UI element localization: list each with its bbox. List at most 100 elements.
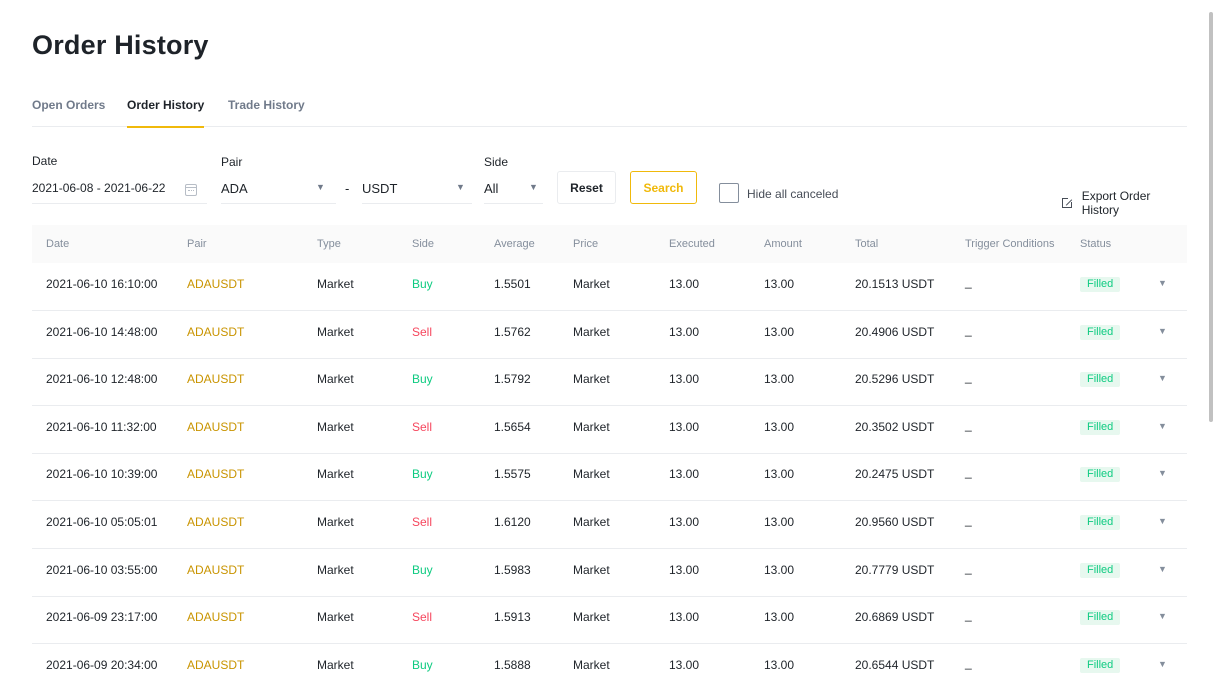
order-amount: 13.00: [764, 657, 795, 672]
table-row[interactable]: 2021-06-10 16:10:00 ADAUSDT Market Buy 1.550…: [32, 263, 1187, 311]
order-pair[interactable]: ADAUSDT: [187, 372, 244, 386]
order-average: 1.6120: [494, 515, 531, 529]
order-trigger-conditions: _: [965, 275, 972, 289]
expand-row-icon[interactable]: ▼: [1158, 278, 1167, 288]
order-executed: 13.00: [669, 467, 700, 482]
pair-base-select[interactable]: ADA ▼: [221, 178, 336, 204]
order-date: 2021-06-10 05:05:01: [46, 515, 158, 529]
status-badge: Filled: [1080, 277, 1121, 292]
table-row[interactable]: 2021-06-09 20:34:00 ADAUSDT Market Buy 1.588…: [32, 644, 1187, 678]
order-type: Market: [317, 467, 354, 482]
expand-row-icon[interactable]: ▼: [1158, 373, 1167, 383]
external-link-icon: [1062, 196, 1074, 208]
order-side: Sell: [412, 419, 433, 434]
order-price: Market: [573, 562, 610, 577]
order-pair[interactable]: ADAUSDT: [187, 658, 244, 672]
order-pair[interactable]: ADAUSDT: [187, 467, 244, 481]
pair-quote-select[interactable]: USDT ▼: [362, 178, 472, 204]
order-total: 20.9560 USDT: [855, 515, 935, 529]
chevron-down-icon: ▼: [456, 182, 465, 192]
order-total: 20.1513 USDT: [855, 277, 935, 291]
order-executed: 13.00: [669, 324, 700, 339]
order-amount: 13.00: [764, 562, 795, 577]
order-amount: 13.00: [764, 277, 795, 291]
tab-order-history[interactable]: Order History: [127, 98, 205, 128]
order-date: 2021-06-10 14:48:00: [46, 324, 158, 339]
order-date: 2021-06-09 23:17:00: [46, 610, 158, 625]
side-select[interactable]: All ▼: [484, 178, 543, 204]
order-executed: 13.00: [669, 277, 700, 291]
search-button[interactable]: Search: [630, 171, 697, 204]
tab-trade-history[interactable]: Trade History: [228, 98, 305, 127]
order-trigger-conditions: _: [965, 513, 972, 527]
hide-canceled-checkbox[interactable]: [719, 183, 739, 203]
status-badge: Filled: [1080, 515, 1121, 530]
column-header-average: Average: [494, 238, 535, 250]
side-filter-label: Side: [484, 155, 509, 169]
tab-open-orders[interactable]: Open Orders: [32, 98, 105, 127]
expand-row-icon[interactable]: ▼: [1158, 421, 1167, 431]
date-range-picker[interactable]: 2021-06-08 - 2021-06-22: [32, 178, 207, 204]
table-row[interactable]: 2021-06-09 23:17:00 ADAUSDT Market Sell 1.59…: [32, 596, 1187, 645]
reset-button[interactable]: Reset: [557, 171, 616, 204]
order-pair[interactable]: ADAUSDT: [187, 420, 244, 434]
column-header-amount: Amount: [764, 238, 802, 250]
order-price: Market: [573, 277, 610, 291]
expand-row-icon[interactable]: ▼: [1158, 611, 1167, 621]
date-range-value: 2021-06-08 - 2021-06-22: [32, 181, 166, 195]
order-side: Buy: [412, 277, 433, 291]
order-trigger-conditions: _: [965, 608, 972, 623]
order-trigger-conditions: _: [965, 370, 972, 385]
order-price: Market: [573, 324, 610, 339]
table-row[interactable]: 2021-06-10 05:05:01 ADAUSDT Market Sell 1.61…: [32, 501, 1187, 549]
order-date: 2021-06-10 16:10:00: [46, 277, 158, 291]
expand-row-icon[interactable]: ▼: [1158, 326, 1167, 336]
export-order-history-link[interactable]: Export Order History: [1062, 189, 1187, 217]
order-side: Sell: [412, 324, 433, 339]
expand-row-icon[interactable]: ▼: [1158, 659, 1167, 669]
pair-base-value: ADA: [221, 181, 248, 196]
status-badge: Filled: [1080, 419, 1121, 435]
order-type: Market: [317, 372, 354, 387]
order-amount: 13.00: [764, 372, 795, 387]
order-average: 1.5983: [494, 562, 531, 577]
column-header-side: Side: [412, 238, 435, 250]
table-row[interactable]: 2021-06-10 14:48:00 ADAUSDT Market Sell 1.57…: [32, 311, 1187, 359]
order-average: 1.5792: [494, 372, 531, 387]
order-pair[interactable]: ADAUSDT: [187, 563, 244, 577]
page-scrollbar[interactable]: [1209, 12, 1213, 422]
pair-filter-label: Pair: [221, 155, 243, 169]
order-pair[interactable]: ADAUSDT: [187, 515, 244, 529]
status-badge: Filled: [1080, 657, 1121, 673]
order-amount: 13.00: [764, 610, 795, 625]
order-date: 2021-06-10 12:48:00: [46, 372, 158, 387]
export-label: Export Order History: [1081, 189, 1151, 217]
order-average: 1.5762: [494, 324, 531, 339]
order-total: 20.6869 USDT: [855, 610, 935, 625]
expand-row-icon[interactable]: ▼: [1158, 516, 1167, 526]
order-executed: 13.00: [669, 562, 700, 577]
table-row[interactable]: 2021-06-10 12:48:00 ADAUSDT Market Buy 1.579…: [32, 358, 1187, 407]
order-total: 20.4906 USDT: [855, 324, 935, 339]
column-header-date: Date: [46, 238, 70, 250]
order-average: 1.5654: [494, 419, 531, 434]
date-filter-label: Date: [32, 154, 58, 168]
table-row[interactable]: 2021-06-10 11:32:00 ADAUSDT Market Sell 1.56…: [32, 406, 1187, 454]
table-row[interactable]: 2021-06-10 03:55:00 ADAUSDT Market Buy 1.598…: [32, 549, 1187, 597]
hide-canceled-label: Hide all canceled: [747, 187, 839, 201]
order-side: Sell: [412, 515, 433, 529]
order-amount: 13.00: [764, 515, 795, 529]
table-row[interactable]: 2021-06-10 10:39:00 ADAUSDT Market Buy 1.557…: [32, 453, 1187, 502]
order-total: 20.3502 USDT: [855, 419, 935, 434]
order-total: 20.6544 USDT: [855, 657, 935, 672]
column-header-price: Price: [573, 238, 599, 250]
order-pair[interactable]: ADAUSDT: [187, 277, 244, 291]
expand-row-icon[interactable]: ▼: [1158, 468, 1167, 478]
order-executed: 13.00: [669, 372, 700, 387]
order-pair[interactable]: ADAUSDT: [187, 325, 244, 339]
order-trigger-conditions: _: [965, 655, 972, 670]
expand-row-icon[interactable]: ▼: [1158, 564, 1167, 574]
order-executed: 13.00: [669, 515, 700, 529]
page-title: Order History: [32, 30, 209, 60]
order-pair[interactable]: ADAUSDT: [187, 610, 244, 624]
